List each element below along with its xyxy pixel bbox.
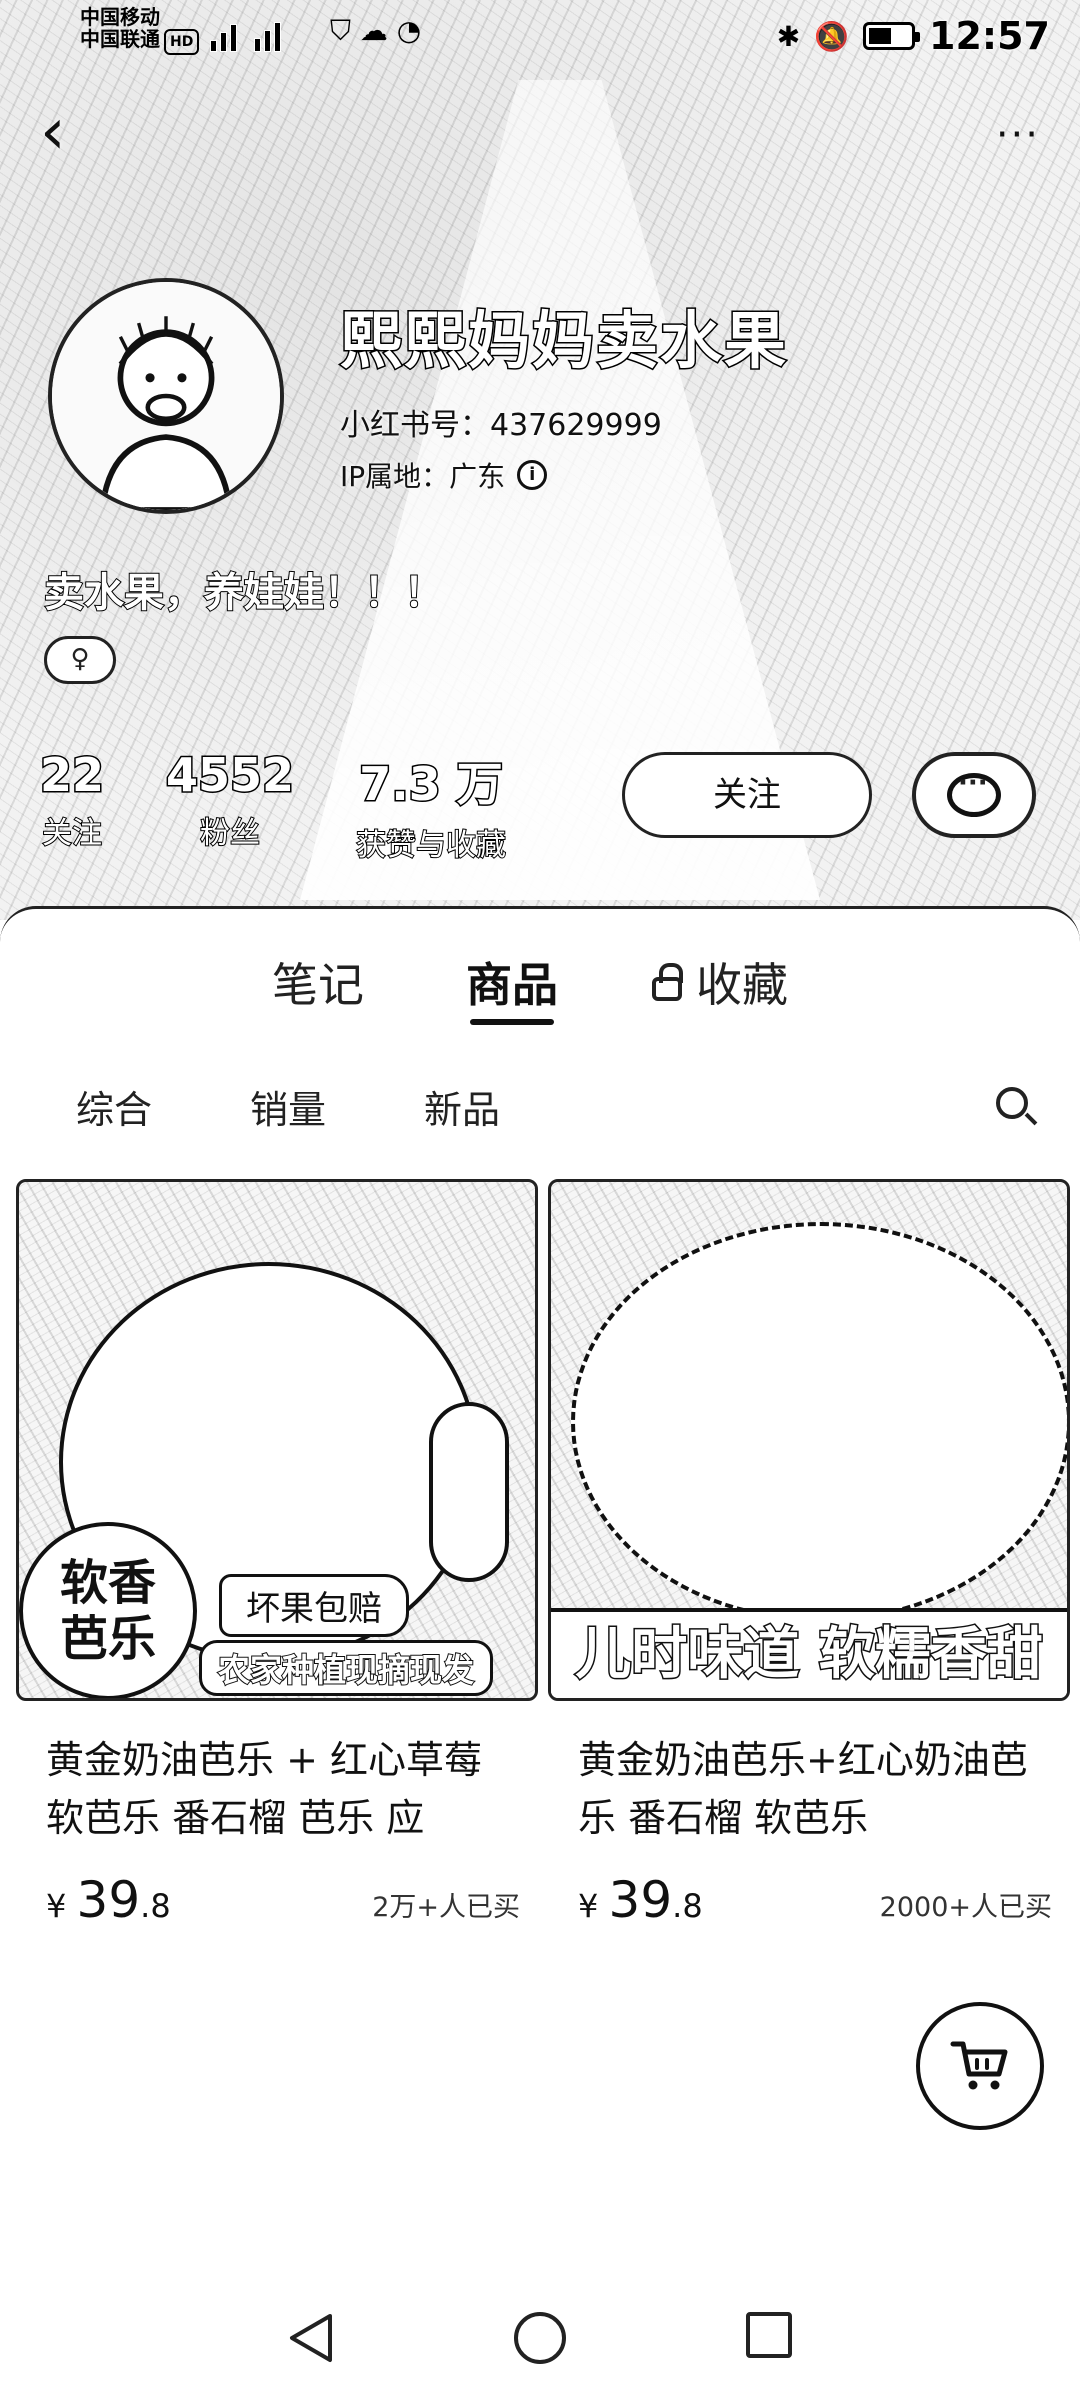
tab-products[interactable]: 商品: [466, 949, 558, 1015]
product-title: 黄金奶油芭乐 + 红心草莓软芭乐 番石榴 芭乐 应: [46, 1738, 482, 1840]
stat-value: 4552: [165, 747, 296, 804]
lock-icon: [652, 962, 683, 1001]
ip-location: IP属地：广东 i: [340, 455, 548, 495]
username: 熙熙妈妈卖水果: [338, 303, 789, 379]
product-image: 儿时味道 软糯香甜: [548, 1179, 1070, 1701]
content-sheet: 笔记 商品 收藏 综合 销量 新品 软香 芭乐 坏果包赔 农家种植现摘现发 黄金…: [0, 906, 1080, 2400]
sort-new[interactable]: 新品: [424, 1079, 500, 1134]
back-arrow-icon[interactable]: ‹: [40, 100, 96, 164]
product-card[interactable]: 儿时味道 软糯香甜 黄金奶油芭乐+红心奶油芭乐 番石榴 软芭乐 ¥ 39.8 2…: [548, 1179, 1070, 1939]
sort-comprehensive[interactable]: 综合: [76, 1079, 152, 1134]
stat-following[interactable]: 22 关注: [38, 747, 105, 864]
nav-home-icon[interactable]: [514, 2312, 566, 2364]
clock: 12:57: [929, 14, 1050, 58]
cart-icon: [950, 2041, 1008, 2090]
product-card[interactable]: 软香 芭乐 坏果包赔 农家种植现摘现发 黄金奶油芭乐 + 红心草莓软芭乐 番石榴…: [16, 1179, 538, 1939]
gender-icon: ♀: [44, 636, 116, 684]
sort-bar: 综合 销量 新品: [0, 1079, 1080, 1149]
notification-icons: ⛉ ☁ ◔: [330, 14, 422, 47]
stat-likes[interactable]: 7.3 万 获赞与收藏: [355, 748, 507, 865]
profile-stats: 22 关注 4552 粉丝 7.3 万 获赞与收藏: [38, 747, 507, 865]
price-decimal: .8: [672, 1887, 703, 1925]
sort-sales[interactable]: 销量: [250, 1079, 326, 1134]
tab-favorites[interactable]: 收藏: [652, 949, 788, 1015]
stat-value: 22: [38, 747, 105, 804]
cart-button[interactable]: [916, 2002, 1044, 2130]
avatar[interactable]: [48, 278, 284, 514]
product-image: 软香 芭乐 坏果包赔 农家种植现摘现发: [16, 1179, 538, 1701]
product-sold-count: 2000+人已买: [879, 1892, 1052, 1923]
carrier-info: 中国移动 中国联通 HD: [80, 5, 200, 55]
bluetooth-icon: ✱: [776, 19, 801, 53]
product-title: 黄金奶油芭乐+红心奶油芭乐 番石榴 软芭乐: [578, 1738, 1028, 1840]
info-icon[interactable]: i: [517, 460, 548, 490]
hand-illustration: [429, 1402, 509, 1582]
product-badge-pill: 坏果包赔: [219, 1574, 409, 1637]
carrier-1: 中国移动: [80, 5, 160, 29]
product-sold-count: 2万+人已买: [372, 1892, 520, 1923]
product-badge-strip: 农家种植现摘现发: [199, 1640, 494, 1696]
carrier-2: 中国联通: [80, 27, 160, 51]
product-banner: 儿时味道 软糯香甜: [551, 1608, 1067, 1698]
product-price: ¥ 39.8: [578, 1871, 703, 1929]
stat-label: 关注: [41, 815, 103, 852]
battery-icon: [863, 22, 921, 50]
tab-notes[interactable]: 笔记: [272, 949, 364, 1015]
chat-icon: [947, 768, 1001, 817]
more-icon[interactable]: ···: [996, 112, 1040, 158]
ip-location-text: IP属地：广东: [340, 460, 506, 493]
price-integer: 39: [608, 1871, 673, 1929]
signal-icon: [210, 12, 300, 52]
stat-followers[interactable]: 4552 粉丝: [165, 747, 296, 864]
stat-label: 获赞与收藏: [355, 827, 507, 864]
currency-symbol: ¥: [578, 1887, 599, 1925]
user-id[interactable]: 小红书号：437629999: [340, 400, 662, 444]
active-tab-indicator: [470, 1019, 554, 1025]
stat-value: 7.3 万: [358, 756, 505, 813]
follow-button[interactable]: 关注: [622, 752, 872, 838]
currency-symbol: ¥: [46, 1887, 67, 1925]
system-nav-bar: [0, 2290, 1080, 2400]
hd-badge: HD: [164, 29, 200, 55]
nav-recent-apps-icon[interactable]: [746, 2312, 792, 2358]
status-right: ✱ 🔕 12:57: [777, 8, 1050, 64]
chat-button[interactable]: [912, 752, 1036, 838]
fruit-illustration: [571, 1222, 1067, 1622]
price-decimal: .8: [140, 1887, 171, 1925]
mute-icon: 🔕: [814, 19, 850, 53]
price-integer: 39: [76, 1871, 141, 1929]
product-price: ¥ 39.8: [46, 1871, 171, 1929]
nav-back-icon[interactable]: [284, 2310, 336, 2366]
stat-label: 粉丝: [199, 815, 261, 852]
bio: 卖水果，养娃娃！！！: [43, 569, 445, 617]
status-bar: 中国移动 中国联通 HD ⛉ ☁ ◔ ✱ 🔕 12:57: [0, 0, 1080, 72]
search-icon[interactable]: [992, 1083, 1040, 1131]
product-badge-round: 软香 芭乐: [19, 1522, 197, 1698]
tab-favorites-label: 收藏: [696, 958, 788, 1012]
tab-bar: 笔记 商品 收藏: [0, 949, 1080, 1029]
